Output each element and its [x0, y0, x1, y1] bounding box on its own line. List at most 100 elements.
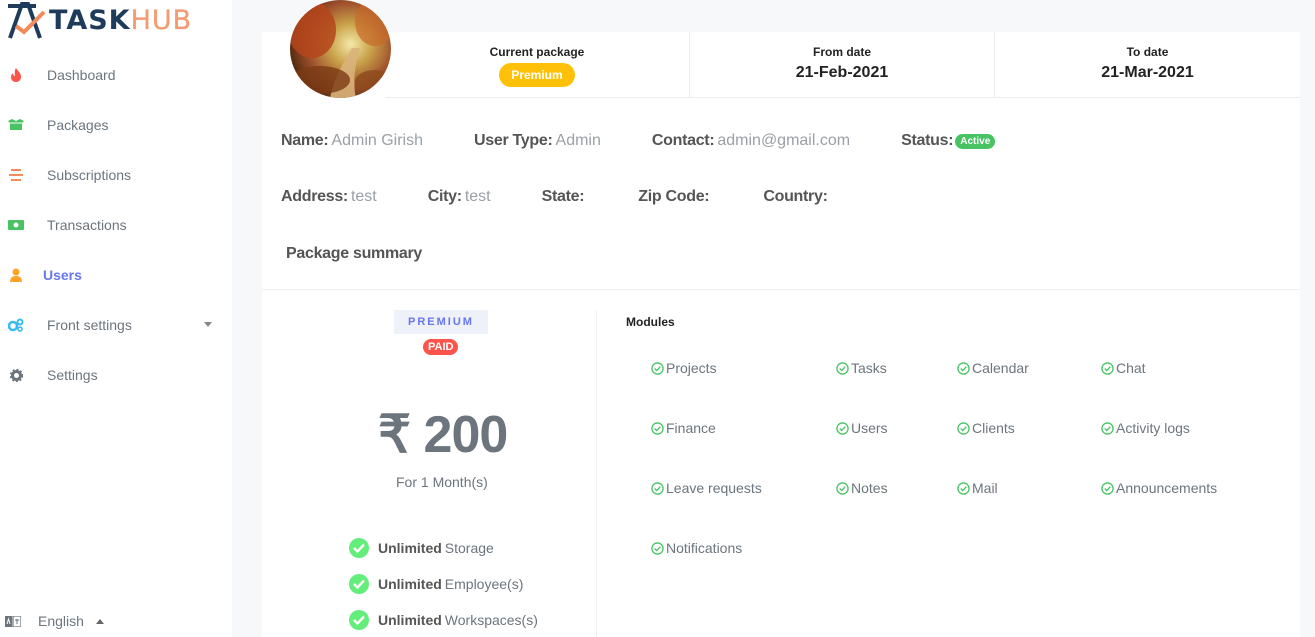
check-circle-icon: [651, 421, 664, 435]
module-item: Clients: [957, 420, 1015, 436]
contact-field: Contact: admin@gmail.com: [651, 132, 851, 149]
feature-item: Unlimited Storage: [349, 538, 494, 558]
module-label: Activity logs: [1116, 420, 1190, 436]
check-circle-icon: [1101, 361, 1114, 375]
sidebar-item-transactions[interactable]: Transactions: [0, 200, 232, 250]
module-label: Notifications: [666, 540, 743, 556]
module-label: Chat: [1116, 360, 1146, 376]
sidebar-item-users[interactable]: Users: [0, 250, 232, 300]
module-label: Announcements: [1116, 480, 1218, 496]
check-circle-icon: [349, 574, 369, 594]
module-label: Projects: [666, 360, 717, 376]
check-circle-icon: [651, 481, 664, 495]
user-icon: [8, 267, 24, 283]
paid-badge: PAID: [423, 339, 459, 355]
feature-bold: Unlimited: [378, 612, 442, 628]
module-label: Clients: [972, 420, 1015, 436]
sidebar: TASK HUB Dashboard Packages Subscription…: [0, 0, 232, 637]
check-circle-icon: [836, 421, 849, 435]
language-icon: [5, 615, 21, 627]
check-circle-icon: [1101, 481, 1114, 495]
check-circle-icon: [349, 538, 369, 558]
from-date-cell: From date 21-Feb-2021: [690, 32, 995, 98]
check-circle-icon: [957, 481, 970, 495]
to-date-cell: To date 21-Mar-2021: [995, 32, 1300, 98]
zip-field: Zip Code:: [638, 188, 710, 205]
check-circle-icon: [651, 541, 664, 555]
feature-bold: Unlimited: [378, 540, 442, 556]
module-label: Leave requests: [666, 480, 762, 496]
logo-icon: [8, 1, 46, 39]
check-circle-icon: [836, 361, 849, 375]
user-type-field: User Type: Admin: [474, 132, 601, 149]
module-item: Notifications: [651, 540, 742, 556]
check-circle-icon: [957, 361, 970, 375]
language-label: English: [38, 613, 84, 629]
sidebar-item-label: Subscriptions: [47, 167, 132, 183]
module-label: Notes: [851, 480, 888, 496]
name-field: Name: Admin Girish: [281, 132, 423, 149]
current-package-cell: Current package Premium: [385, 32, 690, 98]
feature-item: Unlimited Workspaces(s): [349, 610, 538, 630]
check-circle-icon: [957, 421, 970, 435]
sidebar-item-label: Front settings: [47, 317, 132, 333]
status-field: Status: Active: [901, 132, 996, 150]
plan-name: PREMIUM: [394, 310, 488, 334]
check-circle-icon: [836, 481, 849, 495]
module-item: Mail: [957, 480, 998, 496]
language-selector[interactable]: English: [5, 609, 104, 633]
logo-text-main: TASK: [49, 4, 131, 36]
sidebar-item-label: Dashboard: [47, 67, 116, 83]
money-icon: [8, 217, 24, 233]
sidebar-item-dashboard[interactable]: Dashboard: [0, 50, 232, 100]
module-label: Mail: [972, 480, 998, 496]
sidebar-item-subscriptions[interactable]: Subscriptions: [0, 150, 232, 200]
check-circle-icon: [1101, 421, 1114, 435]
module-item: Leave requests: [651, 480, 762, 496]
price-duration: For 1 Month(s): [396, 474, 488, 490]
gear-icon: [8, 367, 24, 383]
user-info-row-1: Name: Admin Girish User Type: Admin Contac…: [281, 132, 996, 150]
module-item: Projects: [651, 360, 717, 376]
address-field: Address: test: [281, 188, 377, 205]
country-field: Country:: [763, 188, 828, 205]
package-summary-title: Package summary: [286, 245, 423, 262]
chevron-down-icon: [204, 322, 212, 327]
module-item: Calendar: [957, 360, 1029, 376]
feature-text: Storage: [444, 540, 494, 556]
module-item: Chat: [1101, 360, 1146, 376]
module-item: Finance: [651, 420, 716, 436]
to-date-label: To date: [1126, 45, 1169, 59]
sidebar-item-packages[interactable]: Packages: [0, 100, 232, 150]
module-label: Users: [851, 420, 888, 436]
avatar: [290, 0, 391, 98]
app-logo[interactable]: TASK HUB: [6, 0, 192, 40]
cogs-icon: [8, 317, 24, 333]
feature-text: Workspaces(s): [444, 612, 538, 628]
module-item: Tasks: [836, 360, 887, 376]
fire-icon: [8, 67, 24, 83]
check-circle-icon: [651, 361, 664, 375]
divider: [262, 289, 1300, 290]
feature-text: Employee(s): [444, 576, 524, 592]
to-date-value: 21-Mar-2021: [1101, 64, 1194, 81]
module-label: Tasks: [851, 360, 887, 376]
module-label: Calendar: [972, 360, 1029, 376]
chevron-up-icon: [95, 618, 104, 624]
module-item: Users: [836, 420, 888, 436]
from-date-label: From date: [812, 45, 871, 59]
state-field: State:: [541, 188, 585, 205]
user-info-row-2: Address: test City: test State: Zip Code: …: [281, 188, 831, 206]
modules-title: Modules: [626, 315, 675, 329]
sidebar-item-front-settings[interactable]: Front settings: [0, 300, 232, 350]
current-package-badge: Premium: [499, 63, 575, 87]
current-package-label: Current package: [489, 45, 585, 59]
feature-bold: Unlimited: [378, 576, 442, 592]
sidebar-item-label: Packages: [47, 117, 109, 133]
price-amount: ₹ 200: [378, 406, 508, 464]
sidebar-item-settings[interactable]: Settings: [0, 350, 232, 400]
check-circle-icon: [349, 610, 369, 630]
list-icon: [8, 167, 24, 183]
module-item: Notes: [836, 480, 888, 496]
city-field: City: test: [427, 188, 491, 205]
